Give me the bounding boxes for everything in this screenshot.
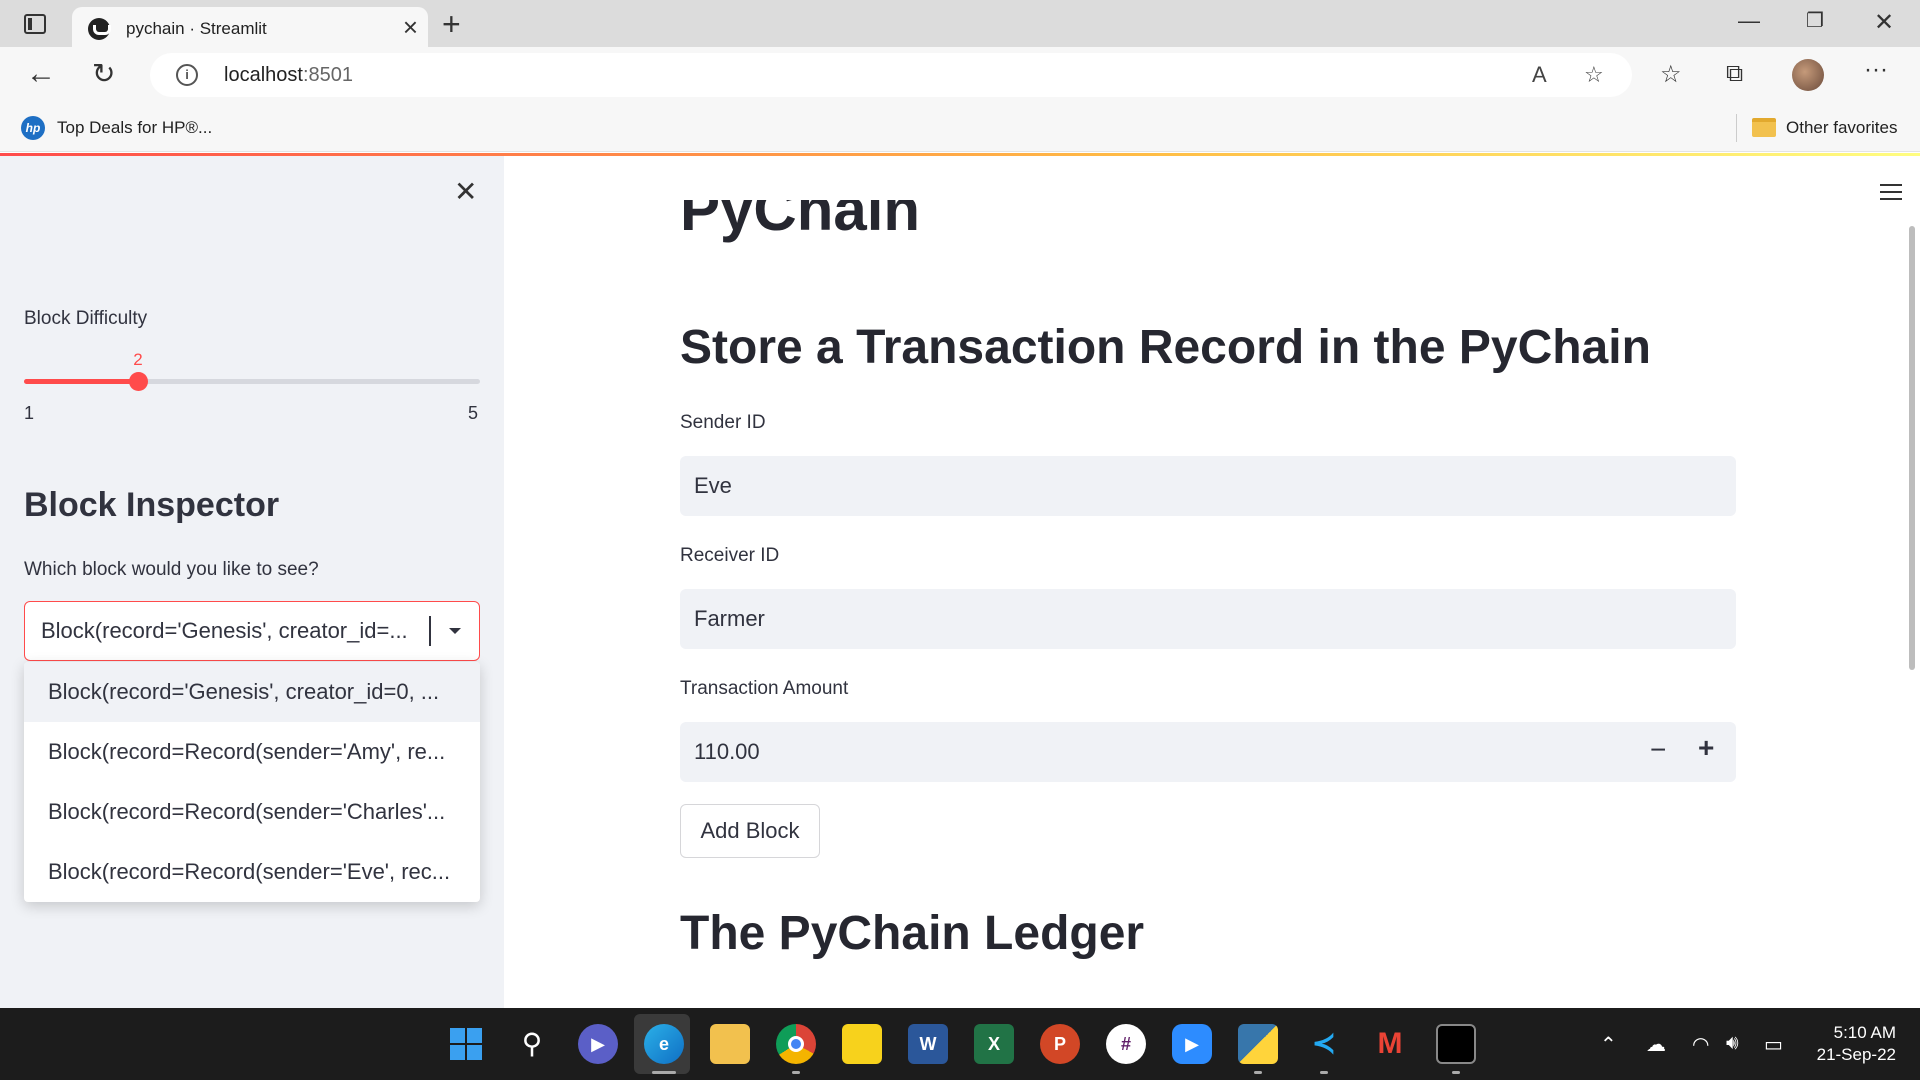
- chevron-down-icon[interactable]: [449, 628, 461, 634]
- browser-tab-bar: pychain · Streamlit × + — ❐ ✕: [0, 0, 1920, 47]
- chevron-up-icon[interactable]: ⌃: [1600, 1032, 1617, 1057]
- add-block-button[interactable]: Add Block: [680, 804, 820, 858]
- running-indicator: [1452, 1071, 1460, 1074]
- terminal-icon[interactable]: [1436, 1024, 1476, 1064]
- battery-icon[interactable]: ▭: [1764, 1032, 1783, 1057]
- address-bar-row: ← ↻ i localhost:8501 A ☆: [0, 47, 1920, 104]
- wifi-icon[interactable]: ◠: [1692, 1032, 1709, 1057]
- block-inspector-heading: Block Inspector: [24, 486, 280, 524]
- receiver-value: Farmer: [694, 606, 765, 631]
- sidebar: ✕ Block Difficulty 2 1 5 Block Inspector…: [0, 156, 504, 1008]
- zoom-icon[interactable]: ▶: [1172, 1024, 1212, 1064]
- volume-icon[interactable]: 🔊︎: [1726, 1032, 1739, 1055]
- receiver-input[interactable]: Farmer: [680, 589, 1736, 649]
- onedrive-icon[interactable]: ☁: [1646, 1032, 1666, 1057]
- divider: [1736, 114, 1737, 142]
- python-icon[interactable]: [1238, 1024, 1278, 1064]
- block-select-label: Which block would you like to see?: [24, 559, 319, 580]
- window-close-icon[interactable]: ✕: [1874, 8, 1894, 37]
- excel-icon[interactable]: X: [974, 1024, 1014, 1064]
- slider-max: 5: [468, 403, 479, 423]
- minimize-icon[interactable]: —: [1738, 8, 1760, 34]
- profile-avatar[interactable]: [1792, 59, 1824, 91]
- restore-icon[interactable]: ❐: [1806, 8, 1824, 33]
- block-select-dropdown: Block(record='Genesis', creator_id=0, ..…: [24, 662, 480, 902]
- more-menu-icon[interactable]: ···: [1864, 56, 1888, 84]
- slider-min: 1: [24, 403, 35, 423]
- close-sidebar-icon[interactable]: ✕: [454, 178, 477, 206]
- hamburger-menu-icon[interactable]: [1880, 184, 1902, 200]
- url-field[interactable]: i localhost:8501 A ☆: [150, 53, 1632, 97]
- teams-chat-icon[interactable]: ▶: [578, 1024, 618, 1064]
- other-favorites-link[interactable]: Other favorites: [1786, 118, 1898, 138]
- tab-actions-icon[interactable]: [24, 14, 46, 34]
- main-content: PyChain Store a Transaction Record in th…: [504, 156, 1920, 1008]
- favorite-link[interactable]: Top Deals for HP®...: [57, 118, 212, 138]
- amount-input[interactable]: 110.00 − +: [680, 722, 1736, 782]
- vscode-icon[interactable]: ≺: [1304, 1024, 1344, 1064]
- block-select-value: Block(record='Genesis', creator_id=...: [41, 618, 408, 643]
- decrement-icon[interactable]: −: [1650, 734, 1666, 766]
- amount-label: Transaction Amount: [680, 678, 849, 699]
- increment-icon[interactable]: +: [1698, 732, 1714, 764]
- section-heading: Store a Transaction Record in the PyChai…: [680, 321, 1651, 374]
- word-icon[interactable]: W: [908, 1024, 948, 1064]
- edge-icon[interactable]: e: [644, 1024, 684, 1064]
- close-tab-icon[interactable]: ×: [403, 14, 418, 40]
- streamlit-favicon-icon: [88, 18, 111, 40]
- favorites-bar: hp Top Deals for HP®... Other favorites: [0, 104, 1920, 152]
- site-info-icon[interactable]: i: [176, 64, 198, 86]
- amount-value: 110.00: [694, 739, 760, 764]
- page-title: PyChain: [680, 200, 921, 243]
- slider-fill: [24, 379, 138, 384]
- browser-tab[interactable]: pychain · Streamlit ×: [72, 7, 428, 47]
- sender-label: Sender ID: [680, 412, 766, 433]
- powerpoint-icon[interactable]: P: [1040, 1024, 1080, 1064]
- ledger-heading: The PyChain Ledger: [680, 907, 1145, 960]
- refresh-icon[interactable]: ↻: [92, 59, 115, 89]
- folder-icon: [1752, 118, 1776, 137]
- running-indicator: [1320, 1071, 1328, 1074]
- slack-icon[interactable]: #: [1106, 1024, 1146, 1064]
- add-favorite-icon[interactable]: ☆: [1584, 62, 1604, 88]
- clock-date: 21-Sep-22: [1816, 1045, 1896, 1064]
- difficulty-label: Block Difficulty: [24, 308, 148, 329]
- dropdown-option[interactable]: Block(record='Genesis', creator_id=0, ..…: [24, 662, 480, 722]
- sender-value: Eve: [694, 473, 732, 498]
- file-explorer-icon[interactable]: [710, 1024, 750, 1064]
- receiver-label: Receiver ID: [680, 545, 780, 566]
- text-caret: [429, 616, 431, 646]
- system-clock[interactable]: 5:10 AM 21-Sep-22: [1808, 1022, 1896, 1066]
- slider-value: 2: [133, 350, 143, 369]
- running-indicator: [652, 1071, 676, 1074]
- url-text: localhost:8501: [224, 64, 353, 86]
- dropdown-option[interactable]: Block(record=Record(sender='Eve', rec...: [24, 842, 480, 902]
- dropdown-option[interactable]: Block(record=Record(sender='Amy', re...: [24, 722, 480, 782]
- taskbar: ⚲ ▶ e W X P # ▶ ≺ M ⌃ ☁ ◠ 🔊︎ ▭ 5:10 AM 2…: [0, 1008, 1920, 1080]
- back-icon[interactable]: ←: [26, 59, 56, 89]
- running-indicator: [792, 1071, 800, 1074]
- dropdown-option[interactable]: Block(record=Record(sender='Charles'...: [24, 782, 480, 842]
- tab-title: pychain · Streamlit: [126, 19, 267, 38]
- hp-logo-icon: hp: [21, 116, 45, 140]
- block-select[interactable]: Block(record='Genesis', creator_id=...: [24, 601, 480, 661]
- scrollbar[interactable]: [1909, 226, 1915, 670]
- chrome-icon[interactable]: [776, 1024, 816, 1064]
- collections-icon[interactable]: ⧉: [1726, 60, 1743, 88]
- gmail-icon[interactable]: M: [1370, 1024, 1410, 1064]
- start-icon[interactable]: [446, 1024, 486, 1064]
- search-icon[interactable]: ⚲: [512, 1024, 552, 1064]
- slider-thumb[interactable]: [129, 372, 148, 391]
- new-tab-icon[interactable]: +: [442, 6, 461, 43]
- running-indicator: [1254, 1071, 1262, 1074]
- favorites-icon[interactable]: ☆: [1660, 60, 1682, 89]
- read-aloud-icon[interactable]: A: [1532, 62, 1547, 88]
- difficulty-slider[interactable]: 2: [24, 350, 480, 391]
- clock-time: 5:10 AM: [1833, 1023, 1896, 1042]
- sender-input[interactable]: Eve: [680, 456, 1736, 516]
- sticky-notes-icon[interactable]: [842, 1024, 882, 1064]
